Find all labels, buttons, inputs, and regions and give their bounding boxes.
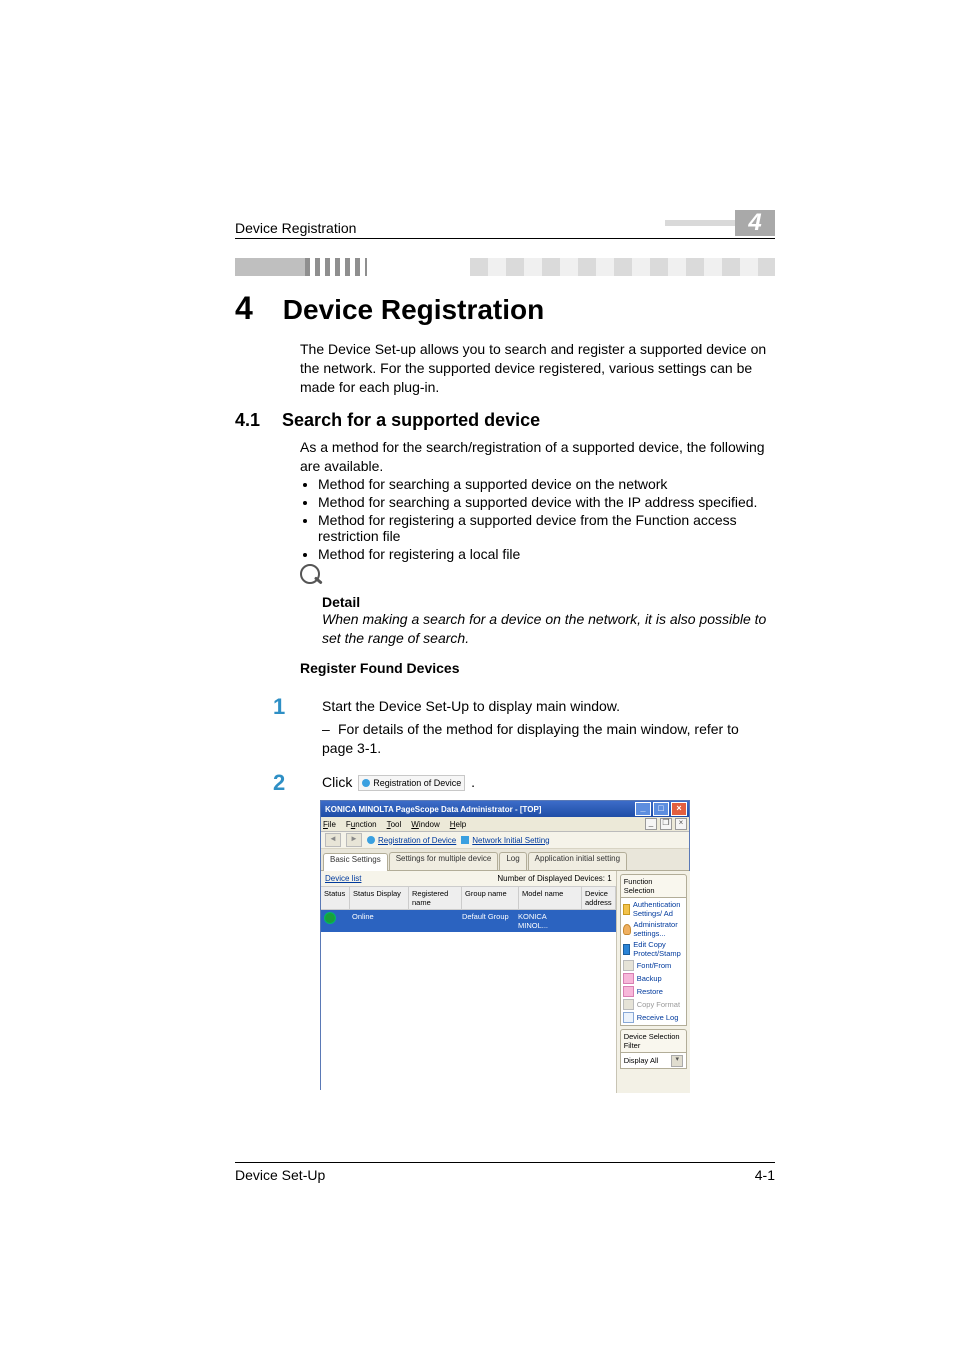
chapter-number: 4: [235, 290, 253, 327]
registration-icon: [367, 836, 375, 844]
footer-left: Device Set-Up: [235, 1167, 325, 1183]
function-selection-title: Function Selection: [620, 874, 688, 898]
header-decor: [665, 220, 735, 226]
tab-strip: Basic Settings Settings for multiple dev…: [321, 849, 689, 870]
mdi-restore-button[interactable]: ❐: [660, 818, 672, 830]
step-2-text: Click Registration of Device .: [322, 774, 772, 791]
col-group-name[interactable]: Group name: [462, 887, 519, 909]
col-registered-name[interactable]: Registered name: [409, 887, 462, 909]
col-model-name[interactable]: Model name: [519, 887, 582, 909]
bullet-item: Method for registering a local file: [318, 546, 770, 562]
chapter-title: Device Registration: [283, 294, 544, 326]
func-font-from[interactable]: Font/From: [623, 960, 685, 971]
cell-status-display: Online: [349, 910, 407, 932]
detail-note: When making a search for a device on the…: [322, 610, 772, 648]
device-count: Number of Displayed Devices: 1: [497, 874, 611, 883]
close-button[interactable]: ×: [671, 802, 687, 816]
registration-of-device-button-inline: Registration of Device: [358, 775, 465, 791]
running-title: Device Registration: [235, 220, 356, 236]
method-bullet-list: Method for searching a supported device …: [300, 476, 770, 564]
restore-icon: [623, 986, 634, 997]
tab-settings-multiple[interactable]: Settings for multiple device: [389, 852, 499, 870]
menu-help[interactable]: Help: [450, 820, 466, 829]
folder-icon: [623, 904, 630, 915]
step-1-subtext: –For details of the method for displayin…: [322, 720, 772, 758]
func-backup[interactable]: Backup: [623, 973, 685, 984]
registration-of-device-link[interactable]: Registration of Device: [367, 836, 456, 845]
nav-forward-icon[interactable]: ►: [346, 833, 362, 847]
step-1-text: Start the Device Set-Up to display main …: [322, 698, 772, 714]
section-divider-band: [235, 258, 775, 276]
menu-function[interactable]: Function: [346, 820, 377, 829]
device-selection-filter-title: Device Selection Filter: [620, 1029, 688, 1053]
tab-app-initial-setting[interactable]: Application initial setting: [528, 852, 627, 870]
menu-window[interactable]: Window: [411, 820, 439, 829]
func-copy-format: Copy Format: [623, 999, 685, 1010]
title-bar[interactable]: KONICA MINOLTA PageScope Data Administra…: [321, 801, 689, 817]
step-number-2: 2: [273, 770, 285, 796]
app-window: KONICA MINOLTA PageScope Data Administra…: [320, 800, 690, 1090]
menu-file[interactable]: File: [323, 820, 336, 829]
network-setting-icon: [461, 836, 469, 844]
copy-format-icon: [623, 999, 634, 1010]
device-filter-value: Display All: [624, 1056, 659, 1065]
detail-magnifier-icon: [300, 564, 322, 586]
device-list-panel: Device list Number of Displayed Devices:…: [321, 871, 617, 1093]
mdi-close-button[interactable]: ×: [675, 818, 687, 830]
col-device-address[interactable]: Device address: [582, 887, 616, 909]
log-icon: [623, 1012, 634, 1023]
detail-label: Detail: [322, 594, 772, 610]
font-icon: [623, 960, 634, 971]
device-list-label: Device list: [325, 874, 361, 883]
procedure-heading: Register Found Devices: [300, 660, 460, 676]
func-admin-settings[interactable]: Administrator settings...: [623, 920, 685, 938]
window-title: KONICA MINOLTA PageScope Data Administra…: [325, 805, 541, 814]
bullet-item: Method for searching a supported device …: [318, 476, 770, 492]
toolbar: ◄ ► Registration of Device Network Initi…: [321, 832, 689, 849]
func-receive-log[interactable]: Receive Log: [623, 1012, 685, 1023]
menubar[interactable]: File Function Tool Window Help _ ❐ ×: [321, 817, 689, 832]
cell-group-name: Default Group: [459, 910, 515, 932]
cell-registered-name: [407, 910, 459, 932]
bullet-item: Method for searching a supported device …: [318, 494, 770, 510]
user-icon: [623, 924, 631, 935]
device-filter-select[interactable]: Display All ▾: [620, 1053, 688, 1069]
section-number: 4.1: [235, 410, 260, 431]
mdi-minimize-button[interactable]: _: [645, 818, 657, 830]
network-initial-setting-link[interactable]: Network Initial Setting: [461, 836, 549, 845]
col-status-display[interactable]: Status Display: [350, 887, 409, 909]
status-icon: [321, 910, 349, 932]
func-auth-settings[interactable]: Authentication Settings/ Ad: [623, 900, 685, 918]
cell-model-name: KONICA MINOL...: [515, 910, 577, 932]
func-copy-protect[interactable]: Edit Copy Protect/Stamp: [623, 940, 685, 958]
table-row[interactable]: Online Default Group KONICA MINOL...: [321, 910, 616, 932]
intro-paragraph: The Device Set-up allows you to search a…: [300, 340, 770, 397]
stamp-icon: [623, 944, 631, 955]
tab-log[interactable]: Log: [499, 852, 526, 870]
device-table-header[interactable]: Status Status Display Registered name Gr…: [321, 886, 616, 910]
tab-basic-settings[interactable]: Basic Settings: [323, 853, 388, 871]
col-status[interactable]: Status: [321, 887, 350, 909]
nav-back-icon[interactable]: ◄: [325, 833, 341, 847]
bullet-item: Method for registering a supported devic…: [318, 512, 770, 544]
step-number-1: 1: [273, 694, 285, 720]
chevron-down-icon[interactable]: ▾: [671, 1055, 683, 1067]
footer-page-number: 4-1: [755, 1167, 775, 1183]
cell-device-address: [577, 910, 616, 932]
section-lead: As a method for the search/registration …: [300, 438, 770, 476]
registration-icon: [362, 779, 370, 787]
function-selection-panel: Function Selection Authentication Settin…: [617, 871, 691, 1093]
minimize-button[interactable]: _: [635, 802, 651, 816]
section-title: Search for a supported device: [282, 410, 540, 431]
backup-icon: [623, 973, 634, 984]
chapter-number-box: 4: [735, 210, 775, 236]
chapter-box: 4: [665, 210, 775, 236]
menu-tool[interactable]: Tool: [387, 820, 402, 829]
func-restore[interactable]: Restore: [623, 986, 685, 997]
maximize-button[interactable]: □: [653, 802, 669, 816]
